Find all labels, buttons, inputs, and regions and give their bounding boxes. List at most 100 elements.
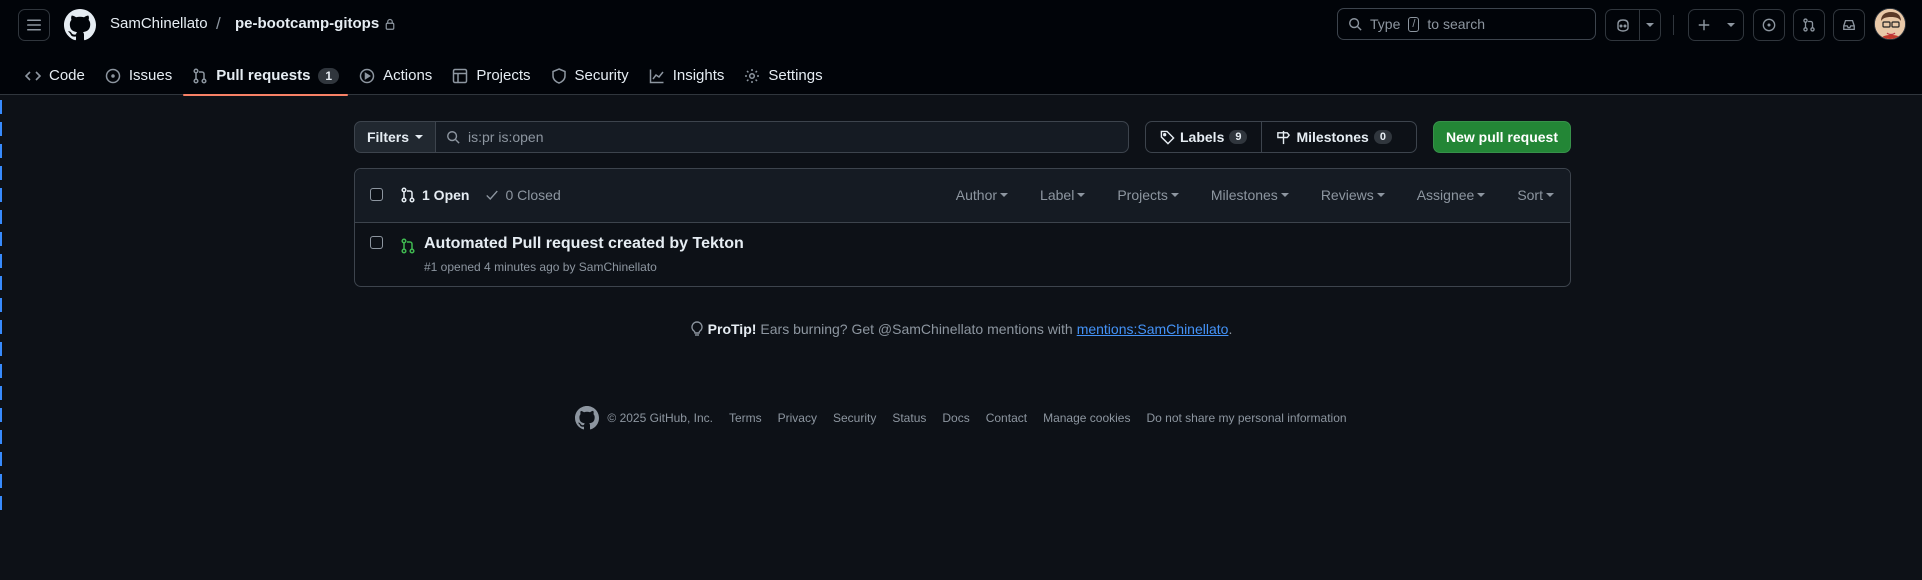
reviews-filter-dropdown[interactable]: Reviews <box>1321 187 1385 203</box>
closed-filter-link[interactable]: 0 Closed <box>485 187 561 203</box>
milestones-label: Milestones <box>1296 129 1369 145</box>
tab-projects[interactable]: Projects <box>443 56 539 95</box>
tab-pull-requests[interactable]: Pull requests 1 <box>183 56 349 96</box>
milestones-filter-dropdown[interactable]: Milestones <box>1211 187 1289 203</box>
tab-issues[interactable]: Issues <box>96 56 181 95</box>
protip: ProTip! Ears burning? Get @SamChinellato… <box>0 321 1922 337</box>
copilot-icon <box>1616 19 1629 32</box>
left-edge-markers <box>0 78 3 518</box>
pull-request-title-link[interactable]: Automated Pull request created by Tekton <box>424 235 744 253</box>
tab-label: Projects <box>476 67 531 84</box>
tab-label: Issues <box>128 67 173 84</box>
chevron-down-icon <box>1077 193 1086 197</box>
footer-link-contact[interactable]: Contact <box>986 411 1027 425</box>
chevron-down-icon <box>1546 193 1554 197</box>
dropdown-label: Reviews <box>1320 187 1374 203</box>
dropdown-label: Author <box>955 187 998 203</box>
tab-label: Security <box>574 67 629 84</box>
create-new-button[interactable] <box>1688 9 1744 41</box>
new-pull-request-button[interactable]: New pull request <box>1433 121 1571 153</box>
pull-requests-button[interactable] <box>1793 9 1825 41</box>
footer-link-do-not-share[interactable]: Do not share my personal information <box>1146 411 1346 425</box>
tab-code[interactable]: Code <box>16 56 94 95</box>
protip-end: . <box>1228 321 1233 337</box>
row-checkbox[interactable] <box>370 236 383 249</box>
menu-button[interactable] <box>18 9 50 41</box>
chevron-down-icon <box>1376 193 1385 197</box>
labels-count-badge: 9 <box>1229 130 1248 144</box>
app-header: SamChinellato / pe-bootcamp-gitops Type … <box>0 0 1922 96</box>
protip-text: Ears burning? Get @SamChinellato mention… <box>760 321 1073 337</box>
copilot-dropdown-button[interactable] <box>1640 10 1660 40</box>
footer-link-terms[interactable]: Terms <box>729 411 762 425</box>
inbox-icon <box>1843 19 1855 31</box>
pull-request-meta: #1 opened 4 minutes ago by SamChinellato <box>424 260 657 274</box>
github-logo-icon[interactable] <box>64 9 96 41</box>
tab-label: Insights <box>672 67 725 84</box>
filter-search-input[interactable]: is:pr is:open <box>436 121 1129 153</box>
avatar-icon <box>1875 9 1905 39</box>
code-icon <box>25 70 41 81</box>
filter-query: is:pr is:open <box>468 129 544 145</box>
select-all-checkbox[interactable] <box>370 188 383 201</box>
header-divider <box>1673 15 1674 35</box>
footer-link-manage-cookies[interactable]: Manage cookies <box>1043 411 1130 425</box>
breadcrumb-separator: / <box>216 14 221 33</box>
dropdown-label: Projects <box>1117 187 1168 203</box>
tab-insights[interactable]: Insights <box>640 56 734 95</box>
chevron-down-icon <box>1280 193 1289 197</box>
hamburger-icon <box>27 19 41 31</box>
graph-icon <box>649 69 664 83</box>
play-icon <box>359 68 375 83</box>
tab-label: Settings <box>768 67 823 84</box>
github-mark-icon[interactable] <box>575 406 600 430</box>
tab-security[interactable]: Security <box>542 56 638 95</box>
plus-icon <box>1698 19 1710 31</box>
dropdown-label: Label <box>1040 187 1075 203</box>
tab-actions[interactable]: Actions <box>350 56 441 95</box>
filters-dropdown-button[interactable]: Filters <box>354 121 436 153</box>
issues-button[interactable] <box>1753 9 1785 41</box>
user-avatar[interactable] <box>1874 8 1906 40</box>
search-input[interactable]: Type / to search <box>1337 8 1596 40</box>
state-toggle: 1 Open 0 Closed <box>400 187 561 203</box>
repo-owner-link[interactable]: SamChinellato <box>110 15 208 32</box>
pull-request-open-icon <box>401 238 415 254</box>
projects-filter-dropdown[interactable]: Projects <box>1117 187 1179 203</box>
footer-link-privacy[interactable]: Privacy <box>778 411 817 425</box>
dropdown-label: Sort <box>1517 187 1543 203</box>
inbox-button[interactable] <box>1833 9 1865 41</box>
issue-icon <box>105 68 121 83</box>
protip-mentions-link[interactable]: mentions:SamChinellato <box>1077 321 1229 337</box>
repo-name-link[interactable]: pe-bootcamp-gitops <box>235 15 396 32</box>
footer-link-status[interactable]: Status <box>892 411 926 425</box>
footer-link-docs[interactable]: Docs <box>942 411 969 425</box>
sort-dropdown[interactable]: Sort <box>1517 187 1554 203</box>
labels-button[interactable]: Labels 9 <box>1146 122 1261 152</box>
protip-label: ProTip! <box>707 321 757 337</box>
footer-copyright: © 2025 GitHub, Inc. <box>575 406 713 430</box>
list-item: Automated Pull request created by Tekton… <box>355 223 1570 286</box>
milestones-count-badge: 0 <box>1373 130 1392 144</box>
assignee-filter-dropdown[interactable]: Assignee <box>1417 187 1486 203</box>
label-filter-dropdown[interactable]: Label <box>1040 187 1086 203</box>
page-footer: © 2025 GitHub, Inc. Terms Privacy Securi… <box>0 406 1922 430</box>
closed-count-label: 0 Closed <box>505 187 561 203</box>
open-filter-link[interactable]: 1 Open <box>400 187 469 203</box>
footer-link-security[interactable]: Security <box>833 411 876 425</box>
labels-milestones-group: Labels 9 Milestones 0 <box>1145 121 1417 153</box>
copyright-text: © 2025 GitHub, Inc. <box>607 411 713 425</box>
list-filter-menus: Author Label Projects Milestones Reviews… <box>956 187 1554 203</box>
tag-icon <box>1160 130 1175 145</box>
chevron-down-icon <box>1727 23 1735 27</box>
shield-icon <box>551 67 566 84</box>
author-filter-dropdown[interactable]: Author <box>955 187 1009 203</box>
pull-request-icon <box>1803 18 1815 32</box>
tab-settings[interactable]: Settings <box>735 56 831 95</box>
milestones-button[interactable]: Milestones 0 <box>1261 122 1405 152</box>
chevron-down-icon <box>1646 23 1654 27</box>
open-count-label: 1 Open <box>422 187 470 203</box>
search-icon <box>1349 18 1362 31</box>
light-bulb-icon <box>691 321 703 336</box>
copilot-button[interactable] <box>1606 10 1640 40</box>
